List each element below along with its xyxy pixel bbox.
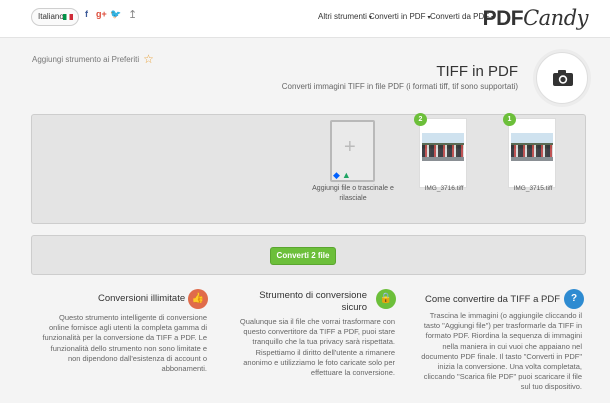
star-icon: ☆ — [143, 52, 154, 66]
add-file-label: Aggiungi file o trascinale e rilasciale — [312, 185, 394, 202]
italy-flag-icon — [63, 14, 73, 20]
image-preview-detail — [422, 145, 464, 157]
info-title-how-to: Come convertire da TIFF a PDF — [425, 294, 560, 305]
info-title-secure: Strumento di conversione sicuro — [259, 290, 367, 313]
twitter-icon[interactable]: 🐦 — [110, 9, 121, 20]
info-body-how-to: Trascina le immagini (o aggiungile clicc… — [421, 311, 582, 392]
file-index-badge: 1 — [503, 113, 516, 126]
chevron-down-icon: ▾ — [491, 15, 495, 21]
file-dropzone[interactable] — [31, 114, 586, 224]
convert-button[interactable]: Converti 2 file — [270, 247, 336, 265]
nav-converti-in-pdf[interactable]: Converti in PDF ▾ — [369, 12, 430, 21]
page-title: TIFF in PDF — [436, 63, 518, 80]
info-body-unlimited: Questo strumento intelligente di convers… — [42, 313, 207, 374]
logo[interactable]: PDFCandy — [483, 6, 589, 31]
language-selector[interactable]: Italiano — [31, 8, 79, 26]
cloud-sources: ◆ ▲ — [333, 170, 351, 181]
image-preview-detail — [511, 145, 553, 157]
thumbs-up-icon: 👍 — [188, 289, 208, 309]
upload-icon[interactable]: ↥ — [128, 8, 140, 22]
nav-altri-strumenti[interactable]: Altri strumenti ▾ — [318, 12, 372, 21]
info-title-unlimited: Conversioni illimitate — [98, 293, 186, 304]
plus-icon: + — [344, 136, 356, 158]
google-drive-icon[interactable]: ▲ — [342, 170, 351, 180]
chevron-down-icon: ▾ — [427, 15, 431, 21]
file-thumbnail[interactable]: 1 IMG_3715.tiff — [503, 113, 556, 192]
question-icon: ? — [564, 289, 584, 309]
file-index-badge: 2 — [414, 113, 427, 126]
file-thumbnail[interactable]: 2 IMG_3716.tiff — [414, 113, 467, 192]
google-plus-icon[interactable]: g+ — [96, 9, 107, 19]
chevron-down-icon: ▾ — [368, 15, 372, 21]
camera-icon — [536, 52, 588, 104]
file-name: IMG_3716.tiff — [424, 185, 464, 192]
file-name: IMG_3715.tiff — [513, 185, 553, 192]
facebook-icon[interactable]: f — [85, 9, 88, 19]
nav-converti-da-pdf[interactable]: Converti da PDF ▾ — [430, 12, 494, 21]
dropbox-icon[interactable]: ◆ — [333, 170, 340, 180]
add-to-favorites[interactable]: Aggiungi strumento ai Preferiti ☆ — [32, 52, 154, 66]
lock-icon: 🔒 — [376, 289, 396, 309]
page-subtitle: Converti immagini TIFF in file PDF (i fo… — [281, 82, 518, 91]
info-body-secure: Qualunque sia il file che vorrai trasfor… — [239, 317, 395, 378]
top-bar: PDFCandy Converti da PDF ▾ Converti in PD… — [0, 0, 610, 38]
